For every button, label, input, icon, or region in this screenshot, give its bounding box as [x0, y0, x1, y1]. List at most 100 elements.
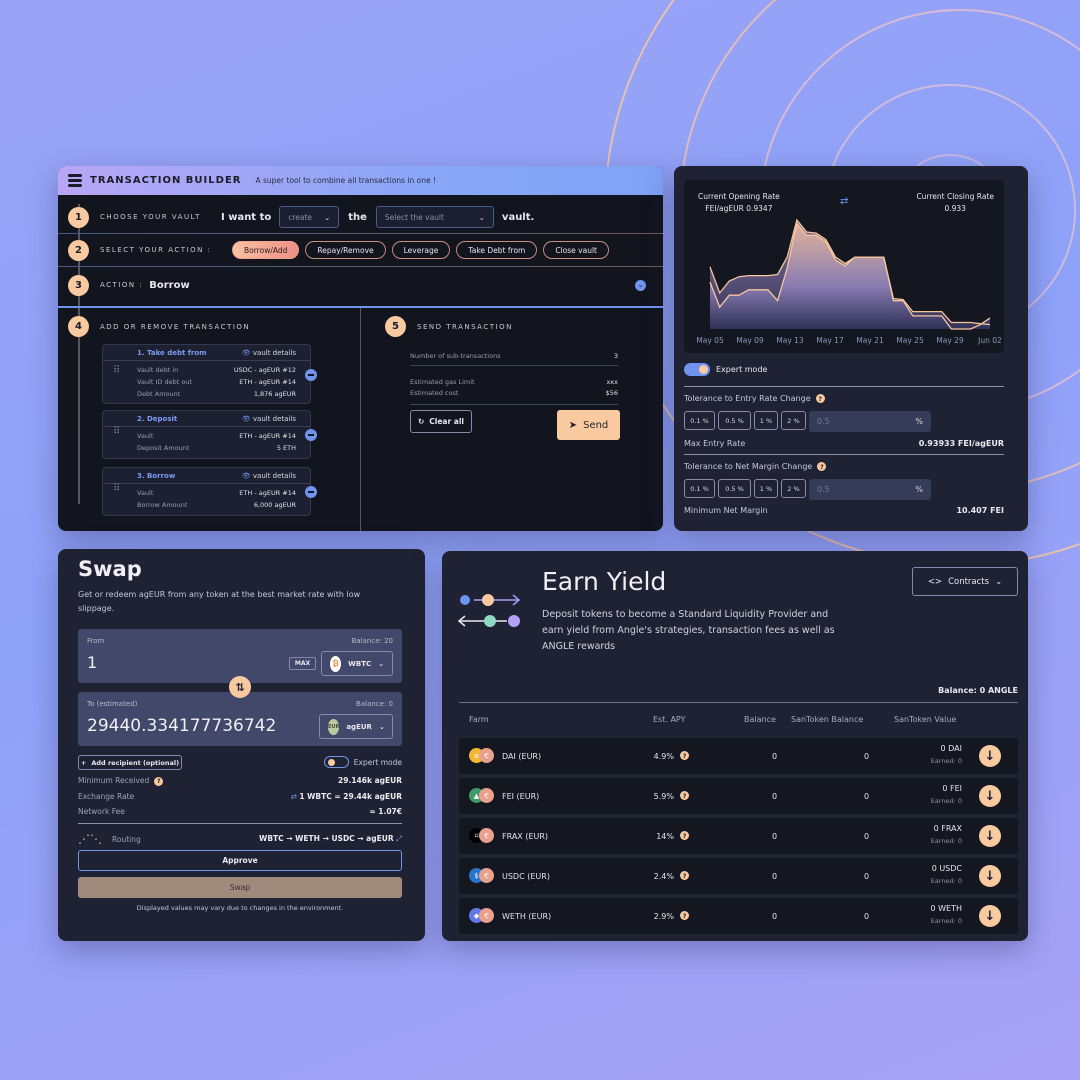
- deposit-button[interactable]: ↓: [979, 825, 1001, 847]
- swap-description: Get or redeem agEUR from any token at th…: [78, 590, 361, 613]
- tx-card-2[interactable]: ⠿ 2. Deposit 👁 vault details Vault ETH - a…: [102, 410, 317, 459]
- santoken-value: 0 WETH: [930, 904, 963, 913]
- x-tick-label: Jun 02: [977, 336, 1002, 345]
- preset-0-5[interactable]: 0.5 %: [718, 411, 751, 430]
- swap-expert-toggle[interactable]: [323, 756, 349, 768]
- farm-santoken-balance: 0: [864, 911, 870, 921]
- action-pill-repay-remove[interactable]: Repay/Remove: [305, 241, 386, 259]
- farm-token-icons: $ €: [469, 868, 499, 884]
- preset-0-1[interactable]: 0.1 %: [684, 479, 715, 498]
- help-icon[interactable]: ?: [817, 462, 827, 471]
- tx-card-3[interactable]: ⠿ 3. Borrow 👁 vault details Vault ETH - ag…: [102, 467, 317, 516]
- vault-details-link[interactable]: 👁 vault details: [242, 472, 296, 480]
- deposit-button[interactable]: ↓: [979, 785, 1001, 807]
- help-icon[interactable]: ?: [815, 394, 825, 403]
- action-pill-close-vault[interactable]: Close vault: [543, 241, 609, 259]
- max-button[interactable]: MAX: [289, 657, 316, 670]
- farm-santoken-value: 0 FEI Earned: 0: [931, 783, 962, 807]
- max-entry-row: Max Entry Rate 0.93933 FEI/agEUR: [684, 439, 1004, 448]
- farm-name: USDC (EUR): [502, 871, 550, 881]
- send-button[interactable]: ➤ Send: [557, 410, 620, 440]
- farm-apy: 5.9%: [653, 791, 674, 801]
- tb-header: TRANSACTION BUILDER A super tool to comb…: [58, 166, 663, 195]
- earned-value: Earned: 0: [930, 837, 962, 845]
- entry-tolerance-input[interactable]: 0.5%: [809, 411, 931, 432]
- earn-yield-title: Earn Yield: [542, 567, 667, 596]
- farm-balance: 0: [772, 831, 778, 841]
- preset-2[interactable]: 2 %: [781, 479, 806, 498]
- from-token-select[interactable]: ₿ WBTC ⌄: [321, 651, 393, 676]
- action-pill-leverage[interactable]: Leverage: [391, 241, 451, 259]
- preset-1[interactable]: 1 %: [754, 411, 778, 430]
- deposit-button[interactable]: ↓: [979, 865, 1001, 887]
- drag-handle-icon[interactable]: ⠿: [113, 366, 120, 376]
- action-value: Borrow: [149, 279, 190, 291]
- action-type-select[interactable]: create ⌄: [279, 206, 340, 228]
- farm-apy: 2.4%: [653, 871, 674, 881]
- chevron-down-icon: ⌄: [995, 576, 1003, 587]
- remove-tx-button[interactable]: [305, 369, 317, 381]
- expand-route-icon[interactable]: ⤢: [396, 834, 402, 843]
- preset-0-1[interactable]: 0.1 %: [684, 411, 715, 430]
- vault-details-link[interactable]: 👁 vault details: [242, 415, 296, 423]
- action-pill-take-debt-from[interactable]: Take Debt from: [456, 241, 538, 259]
- step-3-row: 3 ACTION : Borrow ⌄: [58, 274, 663, 296]
- rate-chart: Current Opening Rate FEI/agEUR 0.9347 ⇄ …: [684, 180, 1004, 353]
- row-value: ETH - agEUR #14: [239, 378, 296, 386]
- subtx-label: Number of sub-transactions: [410, 352, 501, 360]
- swap-button[interactable]: Swap: [78, 877, 402, 898]
- drag-handle-icon[interactable]: ⠿: [113, 484, 120, 494]
- farm-row[interactable]: ▲ € FEI (EUR) 5.9%? 0 0 0 FEI Earned: 0 ↓: [459, 778, 1018, 814]
- farm-row[interactable]: ◆ € WETH (EUR) 2.9%? 0 0 0 WETH Earned: 0 ↓: [459, 898, 1018, 934]
- farm-row[interactable]: ⌑ € FRAX (EUR) 14%? 0 0 0 FRAX Earned: 0 ↓: [459, 818, 1018, 854]
- santoken-value: 0 FEI: [942, 784, 962, 793]
- entry-tolerance-label: Tolerance to Entry Rate Change?: [684, 394, 825, 403]
- preset-2[interactable]: 2 %: [781, 411, 806, 430]
- help-icon[interactable]: ?: [680, 751, 689, 760]
- preset-1[interactable]: 1 %: [754, 479, 778, 498]
- tb-title: TRANSACTION BUILDER: [90, 175, 242, 186]
- help-icon[interactable]: ?: [680, 911, 689, 920]
- to-token-select[interactable]: EUR agEUR ⌄: [319, 714, 393, 739]
- help-icon[interactable]: ?: [680, 871, 689, 880]
- remove-tx-button[interactable]: [305, 429, 317, 441]
- row-value: USDC - agEUR #12: [233, 366, 296, 374]
- preset-0-5[interactable]: 0.5 %: [718, 479, 751, 498]
- farm-santoken-value: 0 WETH Earned: 0: [931, 903, 963, 927]
- tx-card-1[interactable]: ⠿ 1. Take debt from 👁 vault details Vault…: [102, 344, 317, 404]
- farm-name: FEI (EUR): [502, 791, 540, 801]
- divider: [78, 823, 402, 824]
- help-icon[interactable]: ?: [680, 831, 689, 840]
- divider: [684, 386, 1004, 387]
- contracts-dropdown[interactable]: <> Contracts ⌄: [912, 567, 1018, 596]
- help-icon[interactable]: ?: [154, 776, 164, 786]
- i-want-to-text: I want to: [221, 211, 272, 223]
- expand-chevron-icon[interactable]: ⌄: [635, 279, 646, 291]
- add-recipient-button[interactable]: + Add recipient (optional): [78, 755, 182, 770]
- to-field: To (estimated) Balance: 0 29440.33417773…: [78, 692, 402, 746]
- expert-mode-toggle[interactable]: [684, 363, 710, 376]
- row-value: 6,000 agEUR: [253, 501, 296, 509]
- from-amount-input[interactable]: 1: [87, 653, 97, 672]
- row-key: Debt Amount: [137, 390, 181, 398]
- ageur-icon: €: [479, 868, 494, 883]
- vault-details-link[interactable]: 👁 vault details: [242, 349, 296, 357]
- deposit-button[interactable]: ↓: [979, 745, 1001, 767]
- help-icon[interactable]: ?: [680, 791, 689, 800]
- deposit-button[interactable]: ↓: [979, 905, 1001, 927]
- vault-select[interactable]: Select the vault ⌄: [375, 206, 494, 228]
- clear-all-button[interactable]: ↻ Clear all: [410, 410, 472, 433]
- farm-row[interactable]: $ € USDC (EUR) 2.4%? 0 0 0 USDC Earned: 0 ↓: [459, 858, 1018, 894]
- disclaimer: Displayed values may vary due to changes…: [136, 904, 344, 912]
- margin-tolerance-input[interactable]: 0.5%: [809, 479, 931, 500]
- switch-tokens-button[interactable]: ⇅: [229, 676, 251, 698]
- chevron-down-icon: ⌄: [478, 212, 485, 222]
- drag-handle-icon[interactable]: ⠿: [113, 427, 120, 437]
- swap-expert-mode: Expert mode: [323, 756, 402, 768]
- row-key: Borrow Amount: [137, 501, 188, 509]
- swap-rate-icon[interactable]: ⇄: [291, 792, 297, 801]
- remove-tx-button[interactable]: [305, 486, 317, 498]
- farm-row[interactable]: ≡ € DAI (EUR) 4.9%? 0 0 0 DAI Earned: 0 ↓: [459, 738, 1018, 774]
- approve-button[interactable]: Approve: [78, 850, 402, 871]
- action-pill-borrow-add[interactable]: Borrow/Add: [232, 241, 300, 259]
